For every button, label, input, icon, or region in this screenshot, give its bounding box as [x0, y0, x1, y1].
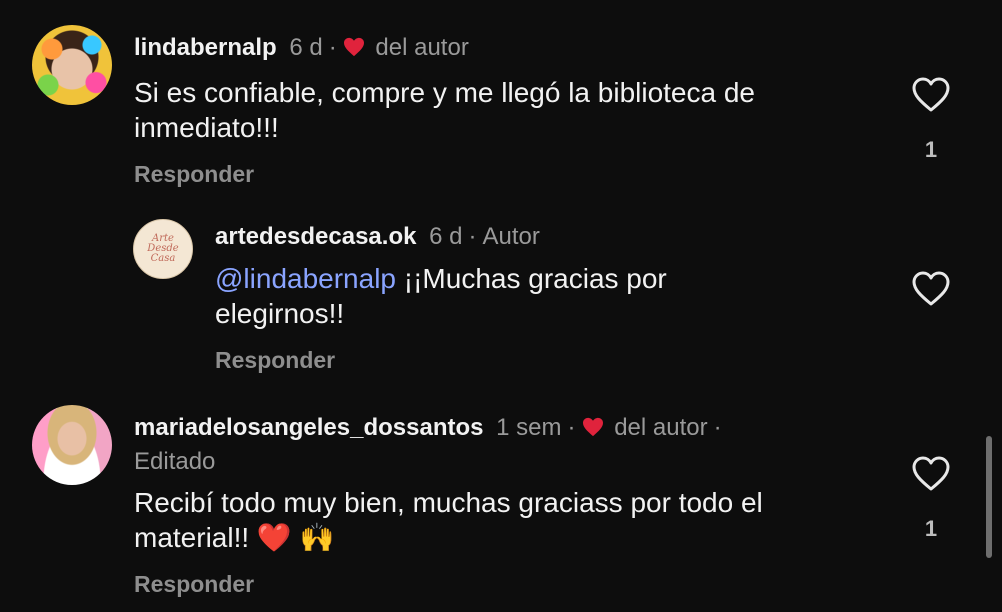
avatar-artedesdecasa[interactable]: Arte Desde Casa	[133, 219, 193, 279]
edited-label: Editado	[134, 448, 216, 475]
comment-meta: lindabernalp 6 d · del autor	[134, 34, 469, 61]
username[interactable]: mariadelosangeles_dossantos	[134, 414, 483, 441]
heart-outline-icon	[912, 77, 950, 112]
like-button[interactable]	[909, 73, 953, 117]
heart-filled-icon	[343, 37, 364, 57]
timestamp: 6 d	[429, 223, 463, 250]
like-button[interactable]	[909, 267, 953, 311]
comment-text: Si es confiable, compre y me llegó la bi…	[134, 77, 756, 143]
author-role: Autor	[482, 223, 540, 250]
reply-button[interactable]: Responder	[215, 347, 335, 374]
reply-button[interactable]: Responder	[134, 161, 254, 188]
avatar-mariadelosangeles[interactable]	[32, 405, 112, 485]
avatar-lindabernalp[interactable]	[32, 25, 112, 105]
comment-text: Recibí todo muy bien, muchas graciass po…	[134, 487, 763, 553]
scrollbar[interactable]	[986, 436, 992, 558]
heart-outline-icon	[912, 456, 950, 491]
timestamp: 6 d	[289, 34, 323, 61]
avatar-logo-text: Arte Desde Casa	[147, 233, 179, 264]
comment-meta: mariadelosangeles_dossantos 1 sem · del a…	[134, 414, 722, 441]
timestamp: 1 sem	[496, 414, 562, 441]
heart-filled-icon	[582, 417, 603, 437]
like-count: 1	[924, 137, 938, 162]
author-liked-badge: del autor	[375, 34, 469, 61]
heart-outline-icon	[912, 271, 950, 306]
comment-text: @lindabernalp ¡¡Muchas gracias por elegi…	[215, 261, 775, 331]
comment-meta: artedesdecasa.ok 6 d · Autor	[215, 223, 540, 250]
like-count: 1	[924, 516, 938, 541]
author-liked-badge: del autor	[614, 414, 708, 441]
mention-link[interactable]: @lindabernalp	[215, 263, 396, 294]
username[interactable]: artedesdecasa.ok	[215, 223, 416, 250]
like-button[interactable]	[909, 452, 953, 496]
reply-button[interactable]: Responder	[134, 571, 254, 598]
username[interactable]: lindabernalp	[134, 34, 277, 61]
